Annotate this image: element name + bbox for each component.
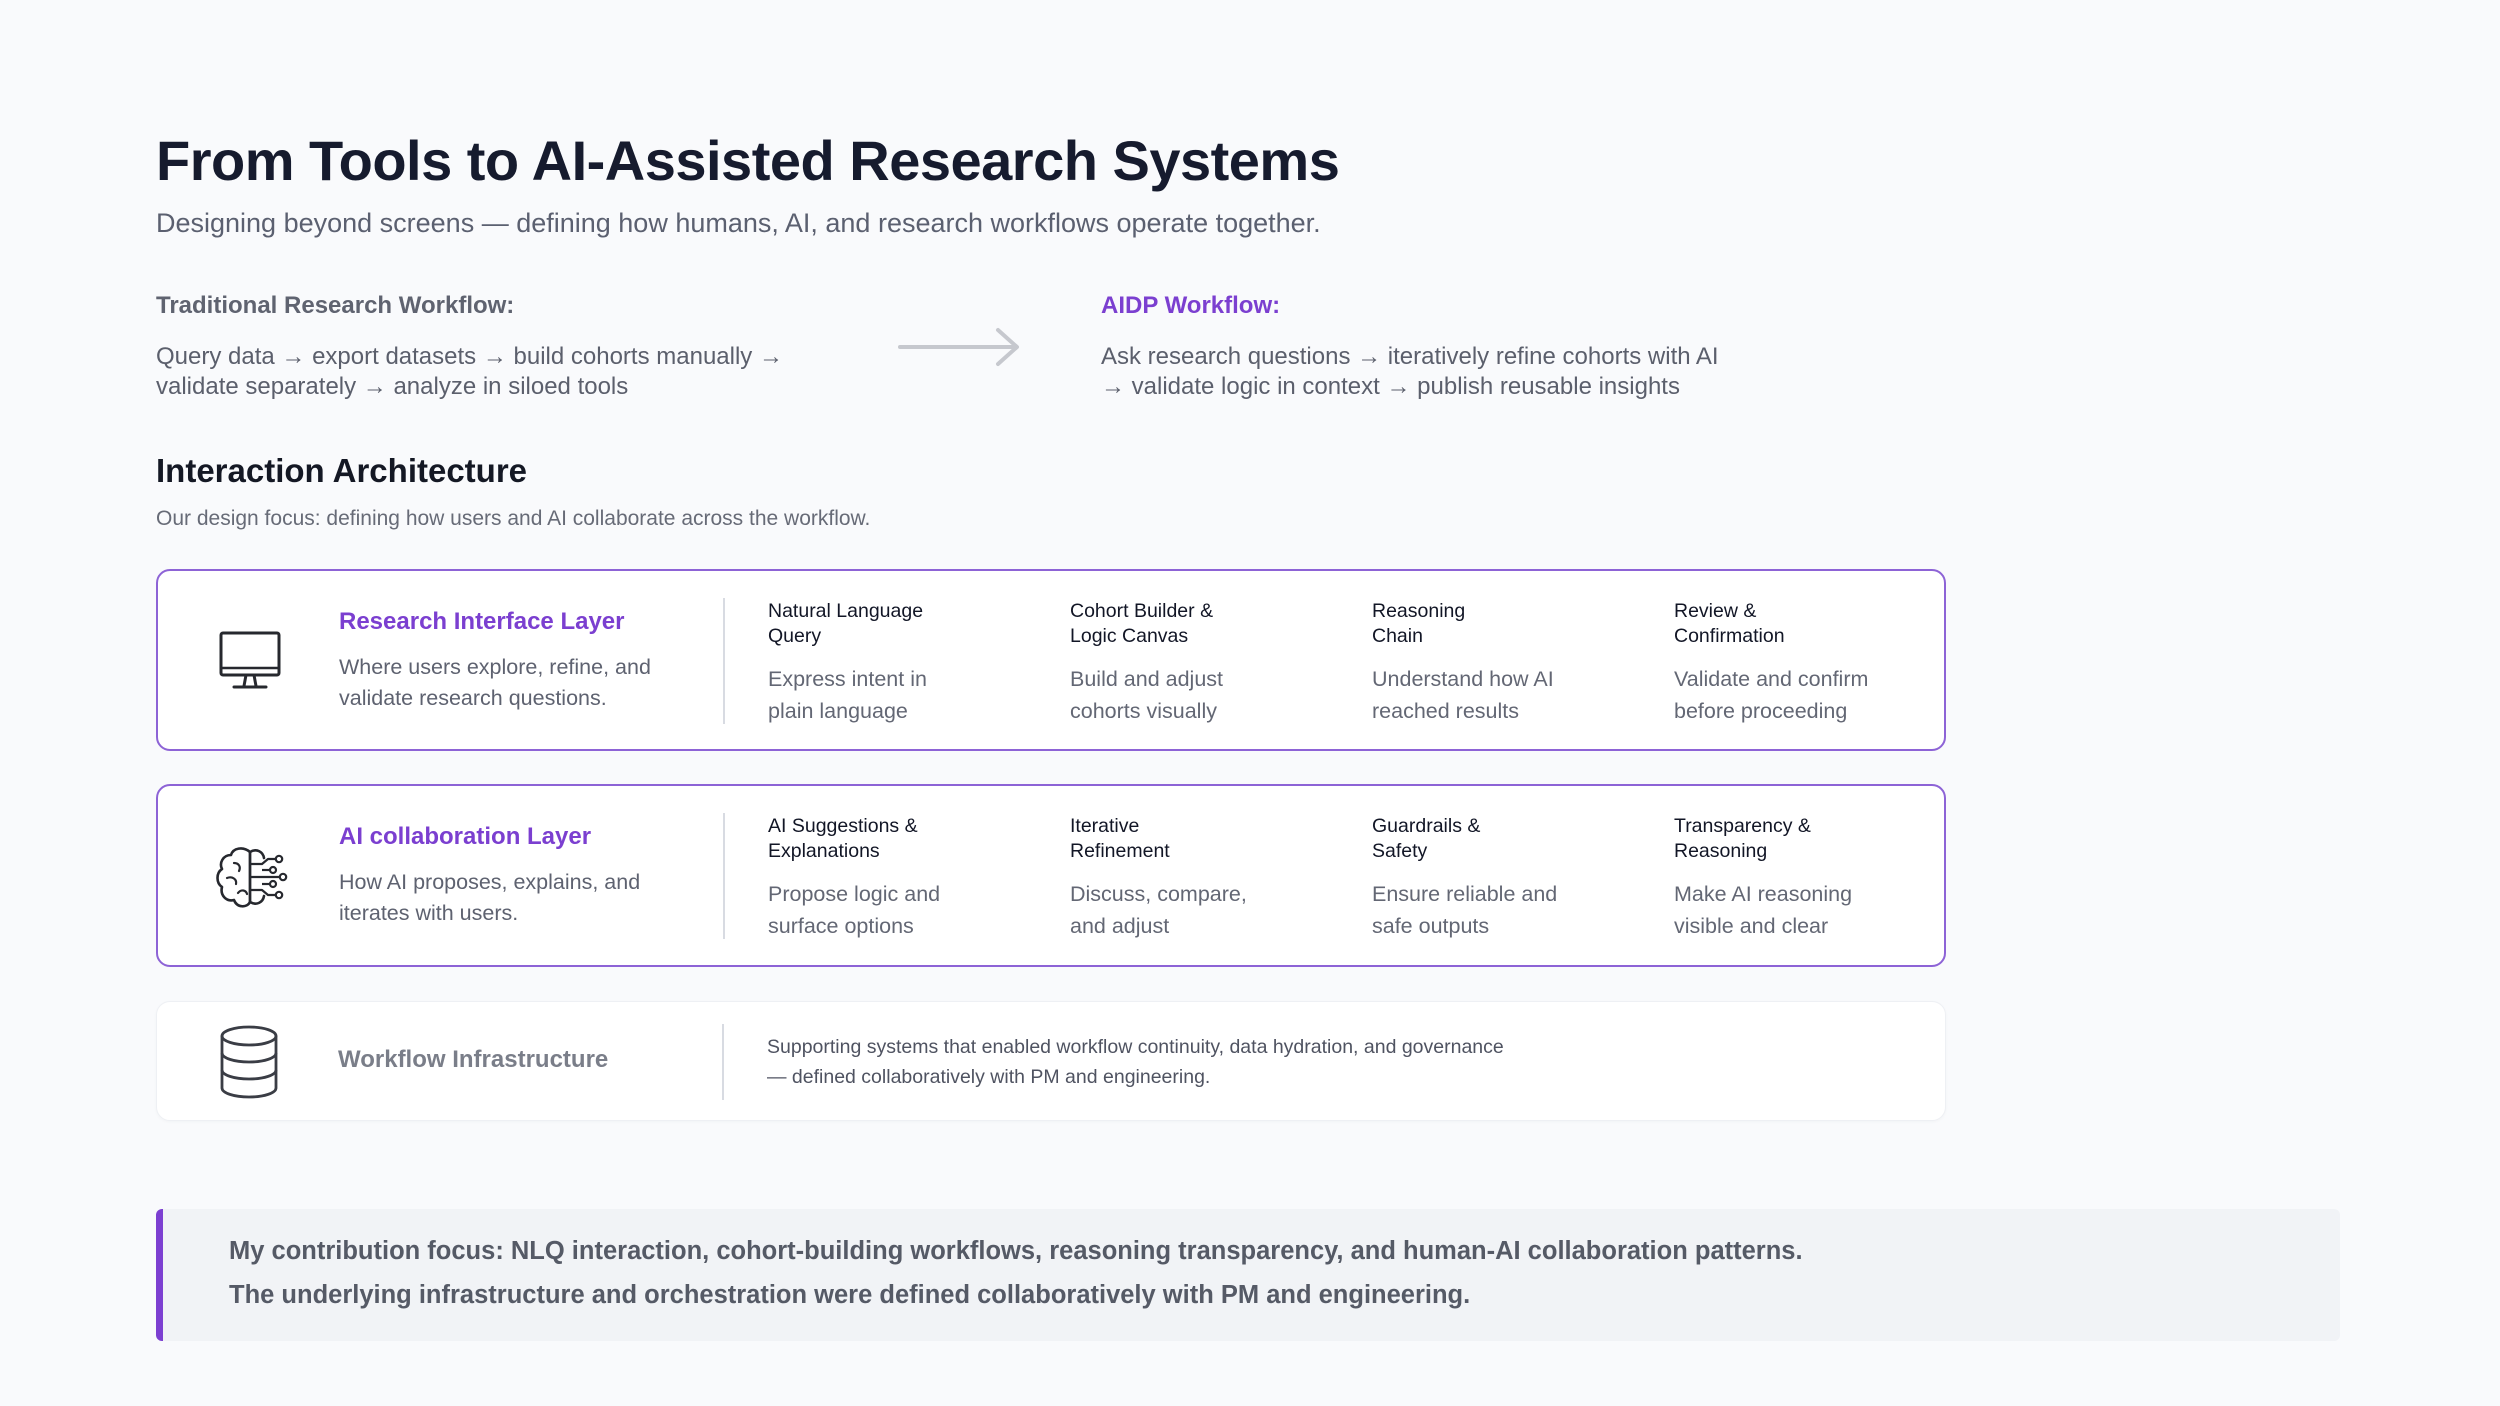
layer-component: Iterative Refinement Discuss, compare, a… bbox=[1070, 814, 1350, 942]
brain-network-icon bbox=[216, 847, 288, 908]
layer-name: AI collaboration Layer bbox=[339, 823, 592, 850]
layer-name: Workflow Infrastructure bbox=[338, 1046, 609, 1073]
arrow-right-icon bbox=[898, 328, 1019, 366]
component-description-line: Validate and confirm bbox=[1674, 667, 1869, 691]
traditional-workflow-line: validate separately → analyze in siloed … bbox=[156, 373, 629, 400]
component-description: Discuss, compare, and adjust bbox=[1070, 878, 1350, 942]
ai-collaboration-layer-card: AI collaboration Layer How AI proposes, … bbox=[156, 784, 1946, 967]
section-subtitle: Our design focus: defining how users and… bbox=[156, 507, 871, 530]
layer-divider bbox=[722, 1024, 724, 1100]
layer-description: Where users explore, refine, and validat… bbox=[339, 652, 651, 714]
component-title: Guardrails & Safety bbox=[1372, 814, 1652, 864]
traditional-workflow-text: Query data → export datasets → build coh… bbox=[156, 342, 783, 402]
component-title-line: Safety bbox=[1372, 840, 1428, 862]
page-title: From Tools to AI-Assisted Research Syste… bbox=[156, 129, 1340, 192]
traditional-workflow-label: Traditional Research Workflow: bbox=[156, 292, 515, 319]
component-title: Review & Confirmation bbox=[1674, 599, 1954, 649]
component-title: Cohort Builder & Logic Canvas bbox=[1070, 599, 1350, 649]
component-description-line: and adjust bbox=[1070, 914, 1170, 938]
component-description: Ensure reliable and safe outputs bbox=[1372, 878, 1652, 942]
layer-component: Review & Confirmation Validate and confi… bbox=[1674, 599, 1954, 727]
component-description-line: reached results bbox=[1372, 699, 1519, 723]
layer-component: Transparency & Reasoning Make AI reasoni… bbox=[1674, 814, 1954, 942]
layer-name: Research Interface Layer bbox=[339, 608, 625, 635]
research-interface-layer-card: Research Interface Layer Where users exp… bbox=[156, 569, 1946, 751]
aidp-workflow-line: Ask research questions → iteratively ref… bbox=[1101, 343, 1719, 370]
component-title-line: Chain bbox=[1372, 625, 1423, 647]
contribution-line: The underlying infrastructure and orches… bbox=[229, 1281, 1471, 1309]
infrastructure-description-line: — defined collaboratively with PM and en… bbox=[767, 1066, 1211, 1088]
component-title-line: Iterative bbox=[1070, 815, 1140, 837]
layer-component: Cohort Builder & Logic Canvas Build and … bbox=[1070, 599, 1350, 727]
component-title-line: Reasoning bbox=[1372, 600, 1466, 622]
component-description-line: Express intent in bbox=[768, 667, 927, 691]
monitor-icon bbox=[219, 631, 281, 689]
layer-description-line: validate research questions. bbox=[339, 686, 607, 710]
section-title: Interaction Architecture bbox=[156, 452, 528, 489]
component-title: AI Suggestions & Explanations bbox=[768, 814, 1048, 864]
component-description: Validate and confirm before proceeding bbox=[1674, 663, 1954, 727]
layer-component: AI Suggestions & Explanations Propose lo… bbox=[768, 814, 1048, 942]
workflow-infrastructure-card: Workflow Infrastructure Supporting syste… bbox=[156, 1001, 1946, 1121]
component-description-line: visible and clear bbox=[1674, 914, 1829, 938]
component-title-line: Reasoning bbox=[1674, 840, 1768, 862]
component-title: Iterative Refinement bbox=[1070, 814, 1350, 864]
component-description: Understand how AI reached results bbox=[1372, 663, 1652, 727]
component-description-line: Propose logic and bbox=[768, 882, 941, 906]
database-icon bbox=[220, 1025, 278, 1099]
component-description-line: Understand how AI bbox=[1372, 667, 1554, 691]
component-title-line: Logic Canvas bbox=[1070, 625, 1189, 647]
component-title: Transparency & Reasoning bbox=[1674, 814, 1954, 864]
contribution-callout: My contribution focus: NLQ interaction, … bbox=[156, 1209, 2340, 1341]
component-title-line: Cohort Builder & bbox=[1070, 600, 1214, 622]
component-description-line: Ensure reliable and bbox=[1372, 882, 1558, 906]
layer-description-line: iterates with users. bbox=[339, 901, 519, 925]
component-description-line: surface options bbox=[768, 914, 914, 938]
layer-component: Reasoning Chain Understand how AI reache… bbox=[1372, 599, 1652, 727]
component-title-line: Transparency & bbox=[1674, 815, 1811, 837]
component-description-line: Build and adjust bbox=[1070, 667, 1223, 691]
layer-divider bbox=[723, 813, 725, 939]
aidp-workflow-text: Ask research questions → iteratively ref… bbox=[1101, 342, 1719, 402]
infrastructure-description: Supporting systems that enabled workflow… bbox=[767, 1032, 1504, 1092]
component-description-line: Discuss, compare, bbox=[1070, 882, 1247, 906]
component-description-line: safe outputs bbox=[1372, 914, 1490, 938]
component-description: Make AI reasoning visible and clear bbox=[1674, 878, 1954, 942]
component-description: Build and adjust cohorts visually bbox=[1070, 663, 1350, 727]
layer-description-line: Where users explore, refine, and bbox=[339, 655, 651, 679]
component-title-line: Query bbox=[768, 625, 822, 647]
layer-description-line: How AI proposes, explains, and bbox=[339, 870, 641, 894]
contribution-line: My contribution focus: NLQ interaction, … bbox=[229, 1237, 1803, 1265]
component-description: Propose logic and surface options bbox=[768, 878, 1048, 942]
component-title-line: Guardrails & bbox=[1372, 815, 1481, 837]
traditional-workflow-line: Query data → export datasets → build coh… bbox=[156, 343, 783, 370]
component-title-line: Refinement bbox=[1070, 840, 1170, 862]
component-description: Express intent in plain language bbox=[768, 663, 1048, 727]
aidp-workflow-line: → validate logic in context → publish re… bbox=[1101, 373, 1680, 400]
component-title: Reasoning Chain bbox=[1372, 599, 1652, 649]
infrastructure-description-line: Supporting systems that enabled workflow… bbox=[767, 1036, 1504, 1058]
layer-description: How AI proposes, explains, and iterates … bbox=[339, 867, 640, 929]
layer-component: Guardrails & Safety Ensure reliable and … bbox=[1372, 814, 1652, 942]
component-title-line: Review & bbox=[1674, 600, 1757, 622]
component-title-line: Explanations bbox=[768, 840, 880, 862]
layer-divider bbox=[723, 598, 725, 724]
component-title: Natural Language Query bbox=[768, 599, 1048, 649]
component-description-line: cohorts visually bbox=[1070, 699, 1217, 723]
aidp-workflow-label: AIDP Workflow: bbox=[1101, 292, 1281, 319]
component-description-line: plain language bbox=[768, 699, 908, 723]
component-description-line: before proceeding bbox=[1674, 699, 1848, 723]
component-title-line: Confirmation bbox=[1674, 625, 1785, 647]
page-subtitle: Designing beyond screens — defining how … bbox=[156, 208, 1321, 238]
layer-component: Natural Language Query Express intent in… bbox=[768, 599, 1048, 727]
component-description-line: Make AI reasoning bbox=[1674, 882, 1853, 906]
component-title-line: AI Suggestions & bbox=[768, 815, 918, 837]
component-title-line: Natural Language bbox=[768, 600, 924, 622]
